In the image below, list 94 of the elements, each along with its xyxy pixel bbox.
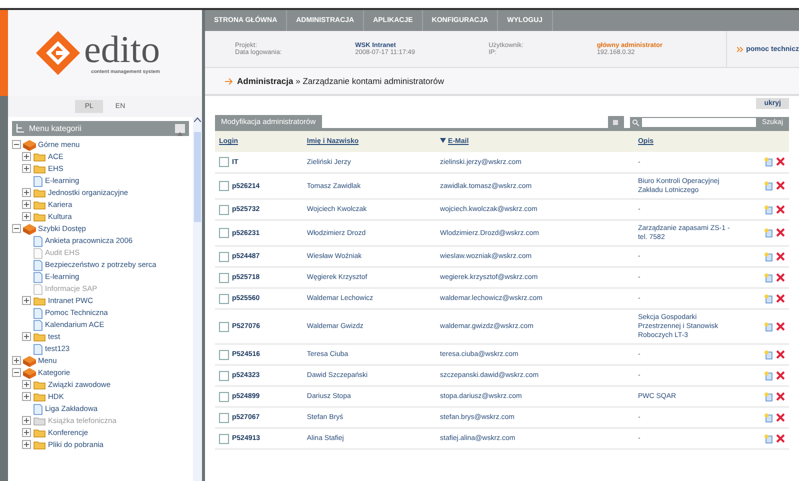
page-icon [33,344,43,355]
delete-icon[interactable] [776,350,785,358]
folder-icon [33,296,46,306]
minus-icon[interactable] [12,224,21,233]
delete-icon[interactable] [776,294,785,302]
row-checkbox[interactable] [219,272,229,282]
row-checkbox[interactable] [219,434,229,444]
page-icon [33,320,43,331]
page-icon [33,248,43,259]
page-icon [33,272,43,283]
minus-icon[interactable] [12,368,21,377]
plus-icon[interactable] [22,212,31,221]
plus-icon[interactable] [22,392,31,401]
page-icon [33,236,43,247]
delete-icon[interactable] [776,322,785,330]
edit-icon[interactable] [764,412,774,422]
edit-icon[interactable] [764,392,774,402]
delete-icon[interactable] [776,252,785,260]
delete-icon[interactable] [776,434,785,442]
cube-icon [23,356,36,367]
row-checkbox[interactable] [219,322,229,332]
delete-icon[interactable] [776,204,785,214]
delete-icon[interactable] [776,181,785,190]
edit-icon[interactable] [764,434,774,444]
row-checkbox[interactable] [219,370,229,380]
folder-icon [33,392,46,402]
breadcrumb: Administracja » Zarządzanie kontami administratorów [237,76,444,86]
logo-mark-icon [36,31,80,75]
page-icon [33,404,43,415]
scroll-thumb[interactable] [194,132,201,222]
page-icon [33,284,43,295]
edit-icon[interactable] [764,370,774,380]
search-icon [632,118,640,126]
folder-icon [33,428,46,438]
edit-icon[interactable] [764,272,774,282]
plus-icon[interactable] [22,380,31,389]
minus-icon[interactable] [12,140,21,149]
page-icon [33,260,43,271]
print-button[interactable] [608,116,624,128]
row-checkbox[interactable] [219,350,229,360]
folder-icon [33,332,46,342]
print-icon [612,118,620,126]
row-checkbox[interactable] [219,181,229,191]
folder-icon [33,212,46,222]
search-field[interactable] [642,118,756,127]
row-checkbox[interactable] [219,252,229,262]
folder-icon [33,164,46,174]
row-checkbox[interactable] [219,228,229,238]
delete-icon[interactable] [776,228,785,237]
row-checkbox[interactable] [219,204,229,214]
plus-icon[interactable] [22,296,31,305]
folder-icon [33,440,46,450]
page-icon [33,176,43,187]
delete-icon[interactable] [776,392,785,400]
logo-text: edito [84,31,160,69]
row-checkbox[interactable] [219,157,229,167]
edit-icon[interactable] [764,228,774,238]
delete-icon[interactable] [776,370,785,380]
folder-icon [33,380,46,390]
cube-icon [23,368,36,379]
edit-icon[interactable] [764,181,774,191]
tree-icon [16,124,25,133]
plus-icon[interactable] [22,428,31,437]
folder-icon [33,188,46,198]
menu-title: Menu kategorii [29,124,82,133]
folder-icon [33,416,46,426]
edit-icon[interactable] [764,294,774,304]
page-icon [33,308,43,319]
arrow-icon [225,78,233,84]
plus-icon[interactable] [22,152,31,161]
row-checkbox[interactable] [219,392,229,402]
cube-icon [23,140,36,151]
edit-icon[interactable] [764,322,774,332]
delete-icon[interactable] [776,272,785,282]
folder-icon [33,200,46,210]
edit-icon[interactable] [764,252,774,262]
edit-icon[interactable] [764,157,774,167]
plus-icon[interactable] [22,164,31,173]
row-checkbox[interactable] [219,294,229,304]
delete-icon[interactable] [776,157,785,166]
plus-icon[interactable] [22,332,31,341]
row-checkbox[interactable] [219,412,229,422]
edit-icon[interactable] [764,204,774,214]
plus-icon[interactable] [22,200,31,209]
cube-icon [23,224,36,235]
double-chevron-icon [737,46,744,52]
folder-icon [33,152,46,162]
scroll-up-icon[interactable] [194,117,201,122]
plus-icon[interactable] [22,188,31,197]
edit-icon[interactable] [764,350,774,360]
plus-icon[interactable] [12,356,21,365]
delete-icon[interactable] [776,412,785,422]
scrollbar[interactable] [193,117,202,481]
plus-icon[interactable] [22,440,31,449]
